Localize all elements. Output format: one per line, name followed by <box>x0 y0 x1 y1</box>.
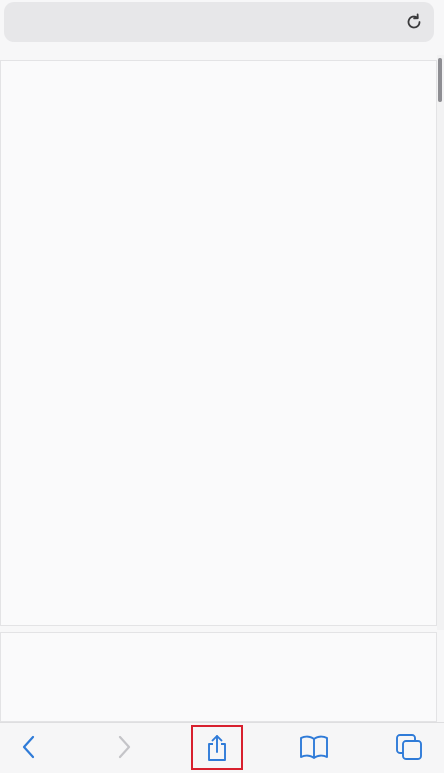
scrollbar-thumb[interactable] <box>438 58 442 102</box>
reload-button[interactable] <box>402 10 426 34</box>
browser-window <box>0 0 444 773</box>
bottom-toolbar <box>0 722 444 773</box>
tabs-button[interactable] <box>389 727 429 767</box>
address-bar-area <box>0 0 444 52</box>
web-page-content[interactable] <box>0 60 437 626</box>
forward-button[interactable] <box>103 727 143 767</box>
chevron-right-icon <box>118 735 131 759</box>
share-icon <box>208 734 226 761</box>
web-page-content-lower[interactable] <box>0 632 437 722</box>
reload-icon <box>407 13 421 29</box>
share-button[interactable] <box>191 725 243 770</box>
tabs-icon <box>396 734 422 760</box>
address-bar[interactable] <box>4 2 434 42</box>
back-button[interactable] <box>10 727 50 767</box>
vertical-scrollbar[interactable] <box>437 55 444 630</box>
bookmarks-button[interactable] <box>294 727 334 767</box>
chevron-left-icon <box>22 735 35 759</box>
book-icon <box>300 735 328 759</box>
